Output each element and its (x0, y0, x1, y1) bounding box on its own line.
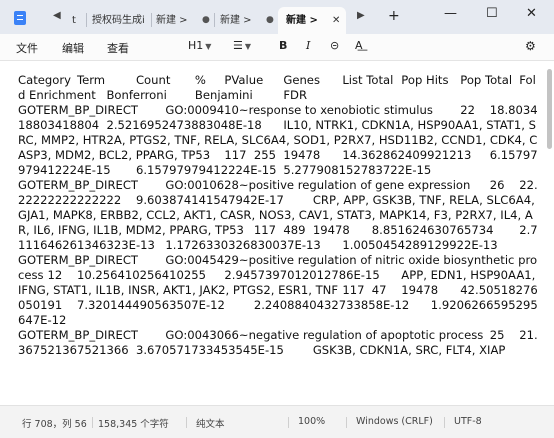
tab-4[interactable]: 新建 > ● (220, 7, 278, 34)
tab-5-active[interactable]: 新建 > ✕ (278, 7, 346, 34)
tab-separator (214, 13, 215, 27)
status-divider (346, 417, 347, 428)
encoding[interactable]: UTF-8 (454, 416, 482, 427)
close-tab-icon[interactable]: ✕ (332, 7, 340, 34)
minimize-button[interactable]: — (444, 6, 457, 21)
cursor-position: 行 708，列 56 (22, 419, 87, 430)
tab-2[interactable]: 授权码生成i (92, 7, 150, 34)
tab-bar: ◀ t 授权码生成i 新建 > ● 新建 > ● 新建 > ✕ ▶ + — ☐ … (0, 0, 554, 34)
zoom-level[interactable]: 100% (298, 416, 325, 427)
unsaved-dot-icon: ● (202, 15, 210, 25)
link-icon[interactable]: ⊝ (330, 39, 339, 52)
list-dropdown[interactable]: ☰ ▼ (233, 39, 251, 52)
tab-label: 授权码生成i (92, 15, 145, 26)
notepad-app-icon (14, 11, 26, 25)
tab-1[interactable]: t (72, 7, 86, 34)
menu-view[interactable]: 查看 (107, 40, 129, 56)
tab-label: 新建 > (220, 15, 252, 26)
bold-button[interactable]: B (279, 39, 287, 52)
document-text[interactable]: Category Term Count % PValue Genes List … (18, 73, 538, 358)
tab-3[interactable]: 新建 > ● (156, 7, 214, 34)
chevron-down-icon: ▼ (244, 42, 252, 51)
file-format: 纯文本 (196, 419, 225, 430)
heading-label: H1 (188, 39, 204, 52)
status-bar: 行 708，列 56 158,345 个字符 纯文本 100% Windows … (0, 405, 554, 438)
tab-separator (151, 13, 152, 27)
close-window-button[interactable]: ✕ (526, 6, 537, 21)
menu-bar: 文件 编辑 查看 H1 ▼ ☰ ▼ B I ⊝ A͟ ⚙ (0, 34, 554, 61)
vertical-scrollbar[interactable] (547, 69, 552, 149)
tab-separator (86, 13, 87, 27)
status-divider (92, 417, 93, 428)
line-ending[interactable]: Windows (CRLF) (356, 416, 433, 427)
text-editor[interactable]: Category Term Count % PValue Genes List … (0, 61, 554, 405)
maximize-button[interactable]: ☐ (486, 6, 498, 21)
tab-label: 新建 > (286, 15, 318, 26)
scroll-tabs-left-icon[interactable]: ◀ (53, 10, 61, 21)
chevron-down-icon: ▼ (205, 42, 212, 51)
notepad-window: ◀ t 授权码生成i 新建 > ● 新建 > ● 新建 > ✕ ▶ + — ☐ … (0, 0, 554, 438)
menu-edit[interactable]: 编辑 (62, 40, 84, 56)
unsaved-dot-icon: ● (266, 15, 274, 25)
list-icon: ☰ (233, 39, 243, 52)
status-divider (288, 417, 289, 428)
tab-label: 新建 > (156, 15, 188, 26)
clear-formatting-icon[interactable]: A͟ (355, 39, 363, 52)
status-divider (186, 417, 187, 428)
character-count: 158,345 个字符 (98, 419, 169, 430)
new-tab-button[interactable]: + (388, 8, 400, 24)
status-divider (444, 417, 445, 428)
scroll-tabs-right-icon[interactable]: ▶ (357, 10, 365, 21)
heading-dropdown[interactable]: H1 ▼ (188, 39, 211, 52)
menu-file[interactable]: 文件 (16, 40, 38, 56)
tab-label: t (72, 15, 76, 26)
settings-gear-icon[interactable]: ⚙ (525, 39, 536, 53)
italic-button[interactable]: I (306, 39, 310, 52)
